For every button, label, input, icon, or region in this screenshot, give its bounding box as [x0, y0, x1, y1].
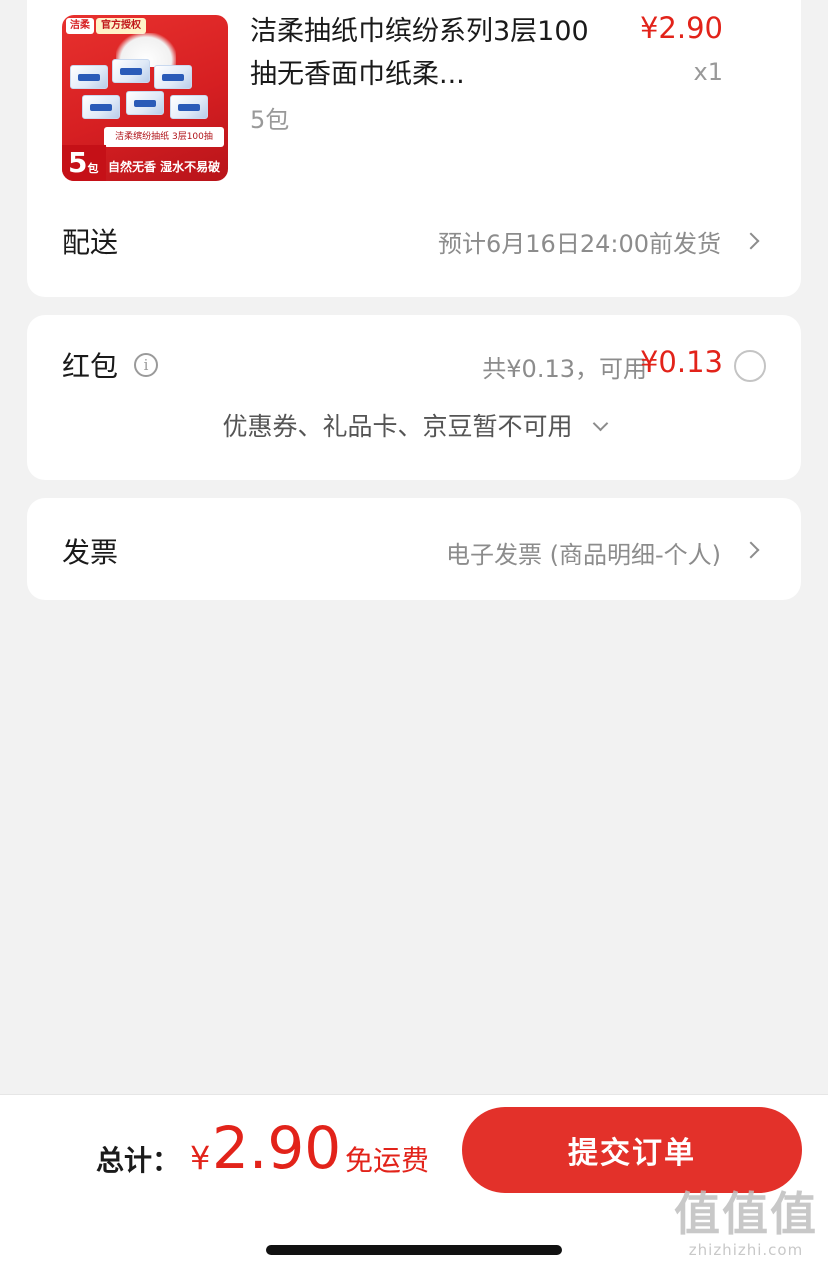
product-card: 洁柔 官方授权 洁柔缤纷抽纸 3层100抽 5包 自然无香 湿水不易破 洁柔抽纸…: [27, 0, 801, 297]
delivery-label: 配送: [62, 226, 119, 259]
red-packet-available: ¥0.13: [639, 345, 723, 379]
pack-count: 5: [68, 146, 88, 179]
chevron-right-icon: [742, 232, 760, 250]
watermark-logo: 值值值: [674, 1187, 818, 1241]
tissue-pack: [154, 65, 192, 89]
order-confirm-page: 洁柔 官方授权 洁柔缤纷抽纸 3层100抽 5包 自然无香 湿水不易破 洁柔抽纸…: [0, 0, 828, 1268]
invoice-label: 发票: [62, 536, 119, 569]
red-packet-total: 共¥0.13，可用: [482, 355, 647, 383]
tissue-pack: [170, 95, 208, 119]
watermark: 值值值 zhizhizhi.com: [674, 1187, 818, 1259]
red-packet-label: 红包: [62, 350, 119, 383]
pack-count-badge: 5包: [62, 145, 106, 181]
watermark-url: zhizhizhi.com: [688, 1241, 804, 1259]
invoice-card[interactable]: 发票 电子发票 (商品明细-个人): [27, 498, 801, 600]
tissue-pack: [82, 95, 120, 119]
coupon-unavailable-toggle[interactable]: 优惠券、礼品卡、京豆暂不可用: [27, 407, 801, 443]
home-indicator[interactable]: [266, 1245, 562, 1255]
product-spec: 5包: [250, 106, 290, 134]
tissue-pack: [70, 65, 108, 89]
tissue-pack: [112, 59, 150, 83]
product-thumbnail[interactable]: 洁柔 官方授权 洁柔缤纷抽纸 3层100抽 5包 自然无香 湿水不易破: [62, 15, 228, 181]
info-icon[interactable]: i: [134, 353, 158, 377]
product-quantity: x1: [693, 58, 723, 86]
chevron-right-icon: [742, 541, 760, 559]
pack-unit: 包: [87, 162, 99, 175]
invoice-value: 电子发票 (商品明细-个人): [445, 541, 721, 569]
product-title[interactable]: 洁柔抽纸巾缤纷系列3层100抽无香面巾纸柔...: [250, 10, 590, 96]
total-label: 总计：: [96, 1144, 181, 1177]
submit-order-button[interactable]: 提交订单: [462, 1107, 802, 1193]
checkout-bar: 总计： ¥ 2.90 免运费 提交订单 值值值 zhizhizhi.com: [0, 1094, 828, 1268]
red-packet-radio[interactable]: [734, 350, 766, 382]
red-packet-card: 红包 i 共¥0.13，可用 ¥0.13 优惠券、礼品卡、京豆暂不可用: [27, 315, 801, 480]
coupon-unavailable-note: 优惠券、礼品卡、京豆暂不可用: [222, 412, 573, 441]
total-amount: 2.90: [212, 1114, 342, 1182]
free-shipping-label: 免运费: [345, 1144, 430, 1177]
product-price: ¥2.90: [639, 11, 723, 45]
total-currency: ¥: [190, 1139, 211, 1177]
delivery-value: 预计6月16日24:00前发货: [438, 230, 721, 258]
brand-logo: 洁柔: [66, 18, 94, 34]
thumbnail-info: 洁柔缤纷抽纸 3层100抽: [104, 127, 224, 147]
auth-tag: 官方授权: [96, 18, 146, 34]
thumbnail-slogan: 自然无香 湿水不易破: [108, 160, 221, 174]
tissue-pack: [126, 91, 164, 115]
chevron-down-icon: [592, 415, 608, 432]
